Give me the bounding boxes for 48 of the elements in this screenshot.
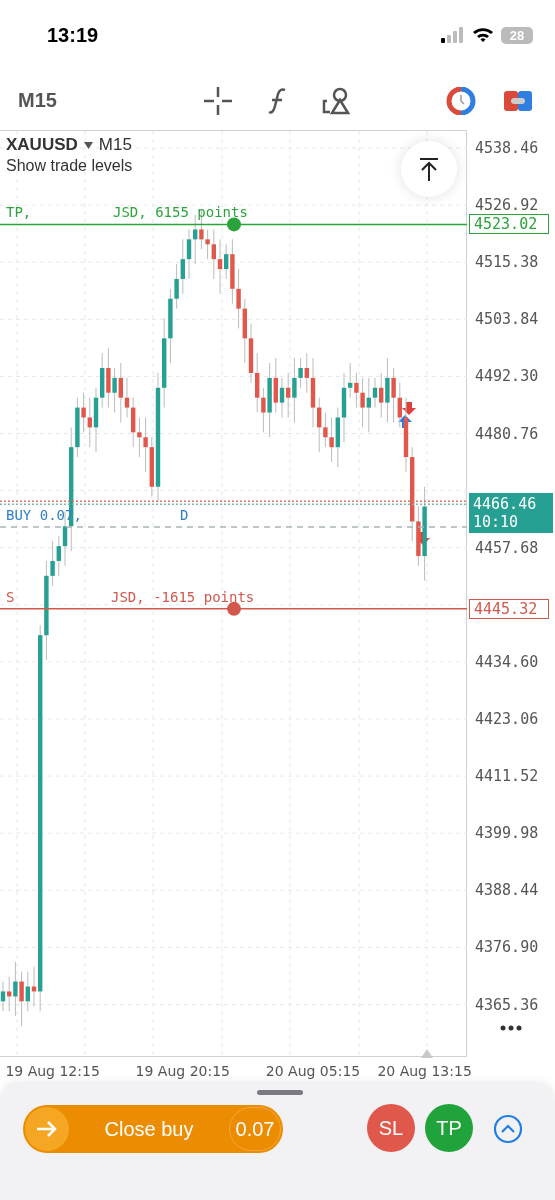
wifi-icon [472, 27, 494, 43]
level-label: TP, [6, 204, 32, 221]
time-axis-label: 20 Aug 05:15 [265, 1063, 361, 1079]
level-price-label: 4445.32 [469, 598, 549, 619]
symbol-name[interactable]: XAUUSD [6, 135, 78, 155]
status-time: 13:19 [47, 23, 100, 47]
time-axis-label: 20 Aug 13:15 [377, 1063, 472, 1079]
level-label: JSD, -1615 points [111, 588, 255, 605]
arrow-right-icon [36, 1120, 58, 1138]
arrow-to-top-icon [419, 157, 439, 181]
level-label: JSD, 6155 points [113, 204, 248, 221]
price-axis-label: 4526.92 [475, 196, 539, 215]
caret-icon[interactable] [83, 141, 93, 149]
stop-loss-button[interactable]: SL [367, 1104, 415, 1152]
price-axis-label: 4457.68 [475, 538, 539, 557]
time-axis-label: 19 Aug 20:15 [135, 1063, 230, 1079]
more-icon[interactable] [500, 1025, 522, 1031]
function-icon[interactable] [266, 87, 288, 115]
price-axis-label: 4538.46 [475, 139, 539, 157]
chart-timeframe: M15 [98, 135, 132, 155]
signal-icon [441, 27, 465, 43]
price-axis-label: 4434.60 [475, 652, 539, 671]
price-axis-label: 4423.06 [475, 710, 539, 728]
timeframe-selector[interactable]: M15 [18, 88, 57, 112]
price-axis-label: 4411.52 [475, 767, 539, 786]
price-axis-label: 4376.90 [475, 938, 539, 957]
price-axis-label: 4492.30 [475, 367, 539, 386]
current-time-marker [421, 1049, 433, 1058]
level-label: S [6, 588, 15, 605]
level-price-label: 4523.02 [469, 214, 549, 235]
shapes-icon[interactable] [322, 87, 350, 115]
expand-button[interactable] [493, 1114, 523, 1144]
price-axis-label: 4365.36 [475, 995, 539, 1014]
time-axis-label: 19 Aug 12:15 [5, 1063, 100, 1079]
chevron-up-icon [493, 1114, 523, 1144]
drag-handle[interactable] [257, 1090, 303, 1095]
price-axis-label: 4480.76 [475, 424, 539, 443]
price-axis-label: 4515.38 [475, 253, 539, 272]
show-trade-levels-link[interactable]: Show trade levels [6, 157, 133, 175]
crosshair-icon[interactable] [203, 87, 233, 115]
current-price-label: 4466.46 10:10 [469, 493, 553, 533]
price-axis-label: 4503.84 [475, 310, 539, 329]
clock-icon[interactable] [446, 87, 476, 115]
down-arrow-icon [402, 402, 416, 415]
price-axis-label: 4388.44 [475, 881, 539, 900]
price-axis-label: 4399.98 [475, 824, 539, 843]
level-label: D [180, 506, 189, 523]
battery-icon: 28 [501, 26, 533, 44]
